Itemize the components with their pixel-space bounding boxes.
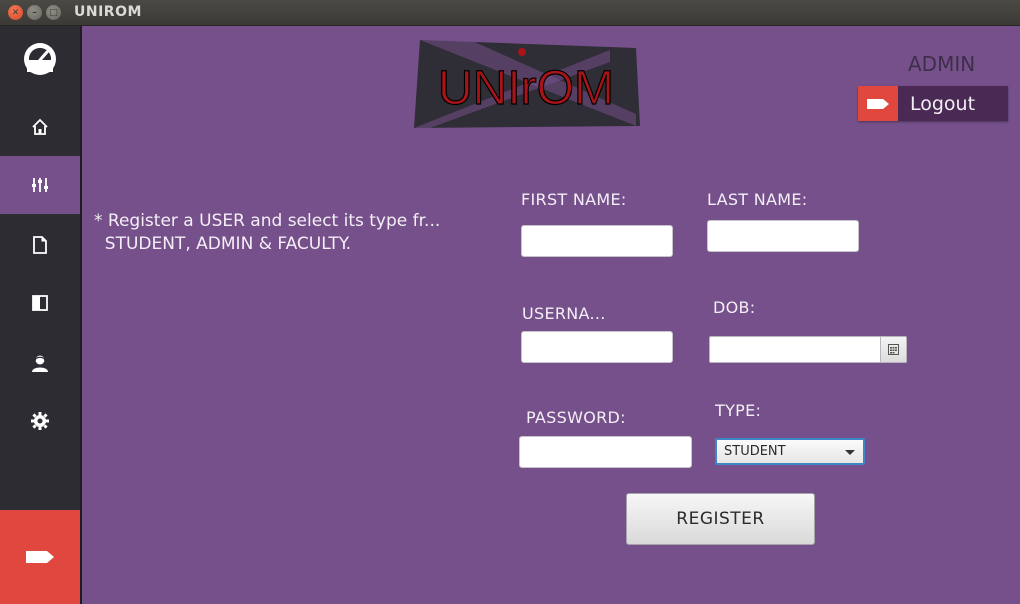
window-close-button[interactable]: ✕ [8,5,23,20]
sidebar [0,26,80,604]
username-input[interactable] [521,331,673,363]
user-icon [32,355,48,372]
sidebar-item-home[interactable] [0,98,80,156]
username-label: USERNA... [522,304,606,323]
window-minimize-button[interactable]: – [27,5,42,20]
sidebar-logout-button[interactable] [0,510,80,604]
user-type-selected: STUDENT [724,444,786,459]
gear-icon [31,412,49,430]
chevron-down-icon [845,450,855,455]
register-button[interactable]: REGISTER [626,493,815,545]
register-instructions: * Register a USER and select its type fr… [94,211,441,254]
dob-input[interactable] [710,337,880,362]
window-title: UNIROM [74,4,142,20]
document-icon [33,236,47,254]
user-role-label: ADMIN [908,52,976,76]
panel-icon [32,295,48,311]
logo-text: UNIrOM [438,62,614,115]
dob-date-picker [709,336,907,363]
calendar-button[interactable] [880,337,906,362]
home-icon [32,118,48,135]
calendar-icon [888,344,899,355]
logout-button[interactable]: Logout [858,86,1008,121]
password-input[interactable] [519,436,692,468]
password-label: PASSWORD: [526,408,626,427]
dob-label: DOB: [713,298,756,317]
type-label: TYPE: [715,401,762,420]
unirom-logo: UNIrOM [414,40,640,128]
first-name-label: FIRST NAME: [521,190,627,209]
logout-tag-icon [858,86,898,121]
sidebar-item-panel[interactable] [0,274,80,332]
last-name-input[interactable] [707,220,859,252]
sidebar-item-dashboard[interactable] [0,30,80,88]
sidebar-item-users[interactable] [0,334,80,392]
sliders-icon [32,178,48,192]
first-name-input[interactable] [521,225,673,257]
user-type-select[interactable]: STUDENT [715,438,865,465]
window-maximize-button[interactable]: □ [46,5,61,20]
window-titlebar: ✕ – □ UNIROM [0,0,1020,26]
sidebar-item-settings[interactable] [0,392,80,450]
dashboard-gauge-icon [24,43,56,75]
logout-label: Logout [910,92,976,115]
sidebar-item-documents[interactable] [0,216,80,274]
last-name-label: LAST NAME: [707,190,808,209]
main-panel: UNIrOM ADMIN Logout * Register a USER an… [80,26,1020,604]
logout-tag-icon [26,551,54,563]
sidebar-item-settings-sliders[interactable] [0,156,80,214]
